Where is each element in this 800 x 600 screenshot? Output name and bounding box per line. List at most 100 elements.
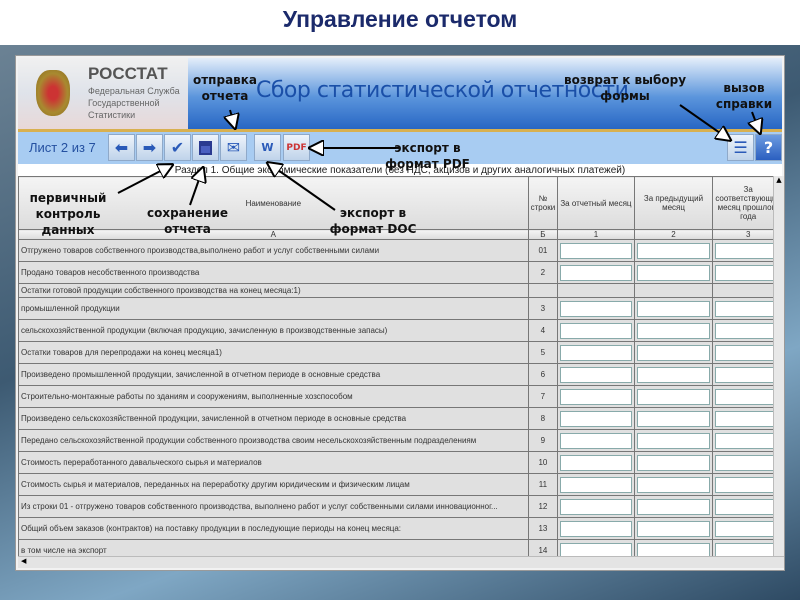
vertical-scrollbar[interactable]: ▲ (773, 176, 784, 556)
value-cell (633, 385, 714, 408)
value-input[interactable] (560, 300, 632, 317)
value-input[interactable] (715, 432, 781, 449)
value-input[interactable] (560, 264, 632, 281)
value-input[interactable] (636, 300, 711, 317)
table-row: Отгружено товаров собственного производс… (18, 239, 784, 262)
value-input[interactable] (715, 366, 781, 383)
value-input[interactable] (560, 410, 632, 427)
value-input[interactable] (636, 498, 711, 515)
value-input[interactable] (715, 410, 781, 427)
value-input[interactable] (636, 322, 711, 339)
value-input[interactable] (636, 476, 711, 493)
value-input[interactable] (715, 344, 781, 361)
help-button[interactable]: ? (755, 134, 782, 161)
value-cell (633, 473, 714, 496)
doc-file-icon: W (261, 141, 274, 154)
pdf-file-icon: PDF (286, 142, 307, 153)
next-sheet-button[interactable]: ➡ (136, 134, 163, 161)
row-number: 11 (527, 473, 559, 496)
value-input[interactable] (560, 432, 632, 449)
value-input[interactable] (715, 242, 781, 259)
value-cell (557, 297, 635, 320)
table-row: сельскохозяйственной продукции (включая … (18, 319, 784, 342)
table-row: Стоимость сырья и материалов, переданных… (18, 473, 784, 496)
table-row: Общий объем заказов (контрактов) на пост… (18, 517, 784, 540)
annotation-export-doc: экспорт в формат DOC (329, 206, 417, 236)
row-name: Из строки 01 - отгружено товаров собстве… (18, 495, 529, 518)
arrow-left-icon: ⬅ (114, 138, 129, 157)
row-number: 01 (527, 239, 559, 262)
value-input[interactable] (715, 476, 781, 493)
value-input[interactable] (560, 344, 632, 361)
export-doc-button[interactable]: W (254, 134, 281, 161)
value-input[interactable] (715, 264, 781, 281)
row-number: 12 (527, 495, 559, 518)
export-pdf-button[interactable]: PDF (283, 134, 310, 161)
value-cell (633, 495, 714, 518)
table-row: Из строки 01 - отгружено товаров собстве… (18, 495, 784, 518)
value-input[interactable] (715, 300, 781, 317)
value-cell (557, 319, 635, 342)
annotation-save-report: сохранение отчета (146, 206, 229, 236)
value-input[interactable] (715, 322, 781, 339)
row-name: Остатки готовой продукции собственного п… (18, 283, 529, 298)
value-input[interactable] (715, 454, 781, 471)
arrow-right-icon: ➡ (142, 138, 157, 157)
value-input[interactable] (560, 388, 632, 405)
value-input[interactable] (636, 264, 711, 281)
value-cell (633, 451, 714, 474)
value-input[interactable] (636, 344, 711, 361)
annotation-export-pdf: экспорт в формат PDF (385, 141, 470, 171)
row-name: Произведено промышленной продукции, зачи… (18, 363, 529, 386)
value-input[interactable] (636, 242, 711, 259)
empty-cell (557, 283, 635, 298)
column-header-current-month: За отчетный месяц (557, 176, 635, 230)
value-input[interactable] (560, 366, 632, 383)
value-input[interactable] (715, 520, 781, 537)
value-input[interactable] (715, 388, 781, 405)
sheet-indicator: Лист 2 из 7 (29, 140, 96, 155)
row-number: 8 (527, 407, 559, 430)
value-input[interactable] (560, 242, 632, 259)
value-input[interactable] (636, 410, 711, 427)
row-number: 9 (527, 429, 559, 452)
check-data-button[interactable]: ✔ (164, 134, 191, 161)
value-input[interactable] (636, 454, 711, 471)
value-input[interactable] (560, 454, 632, 471)
value-cell (557, 363, 635, 386)
prev-sheet-button[interactable]: ⬅ (108, 134, 135, 161)
annotation-help: вызов справки (715, 81, 773, 111)
table-row: Передано сельскохозяйственной продукции … (18, 429, 784, 452)
column-code: 1 (557, 229, 635, 240)
envelope-icon: ✉ (226, 138, 241, 157)
value-input[interactable] (715, 498, 781, 515)
value-cell (633, 261, 714, 284)
return-to-form-selection-button[interactable]: ☰ (727, 134, 754, 161)
value-input[interactable] (560, 476, 632, 493)
slide-title: Управление отчетом (282, 6, 518, 32)
send-report-button[interactable]: ✉ (220, 134, 247, 161)
value-input[interactable] (560, 322, 632, 339)
value-cell (633, 297, 714, 320)
row-number: 2 (527, 261, 559, 284)
horizontal-scrollbar[interactable]: ◀ (18, 556, 784, 568)
value-input[interactable] (636, 520, 711, 537)
value-input[interactable] (636, 366, 711, 383)
row-name: Стоимость переработанного давальческого … (18, 451, 529, 474)
table-row: Произведено сельскохозяйственной продукц… (18, 407, 784, 430)
table-row: Строительно-монтажные работы по зданиям … (18, 385, 784, 408)
question-mark-icon: ? (763, 138, 774, 157)
row-name: Продано товаров несобственного производс… (18, 261, 529, 284)
table-row: Стоимость переработанного давальческого … (18, 451, 784, 474)
table-row: Остатки готовой продукции собственного п… (18, 283, 784, 298)
rosstat-logo: РОССТАТ Федеральная Служба Государственн… (18, 58, 188, 129)
value-input[interactable] (560, 498, 632, 515)
row-name: Остатки товаров для перепродажи на конец… (18, 341, 529, 364)
row-number: 3 (527, 297, 559, 320)
value-input[interactable] (560, 520, 632, 537)
value-input[interactable] (636, 432, 711, 449)
save-button[interactable] (192, 134, 219, 161)
value-input[interactable] (636, 388, 711, 405)
row-name: Общий объем заказов (контрактов) на пост… (18, 517, 529, 540)
value-cell (557, 495, 635, 518)
